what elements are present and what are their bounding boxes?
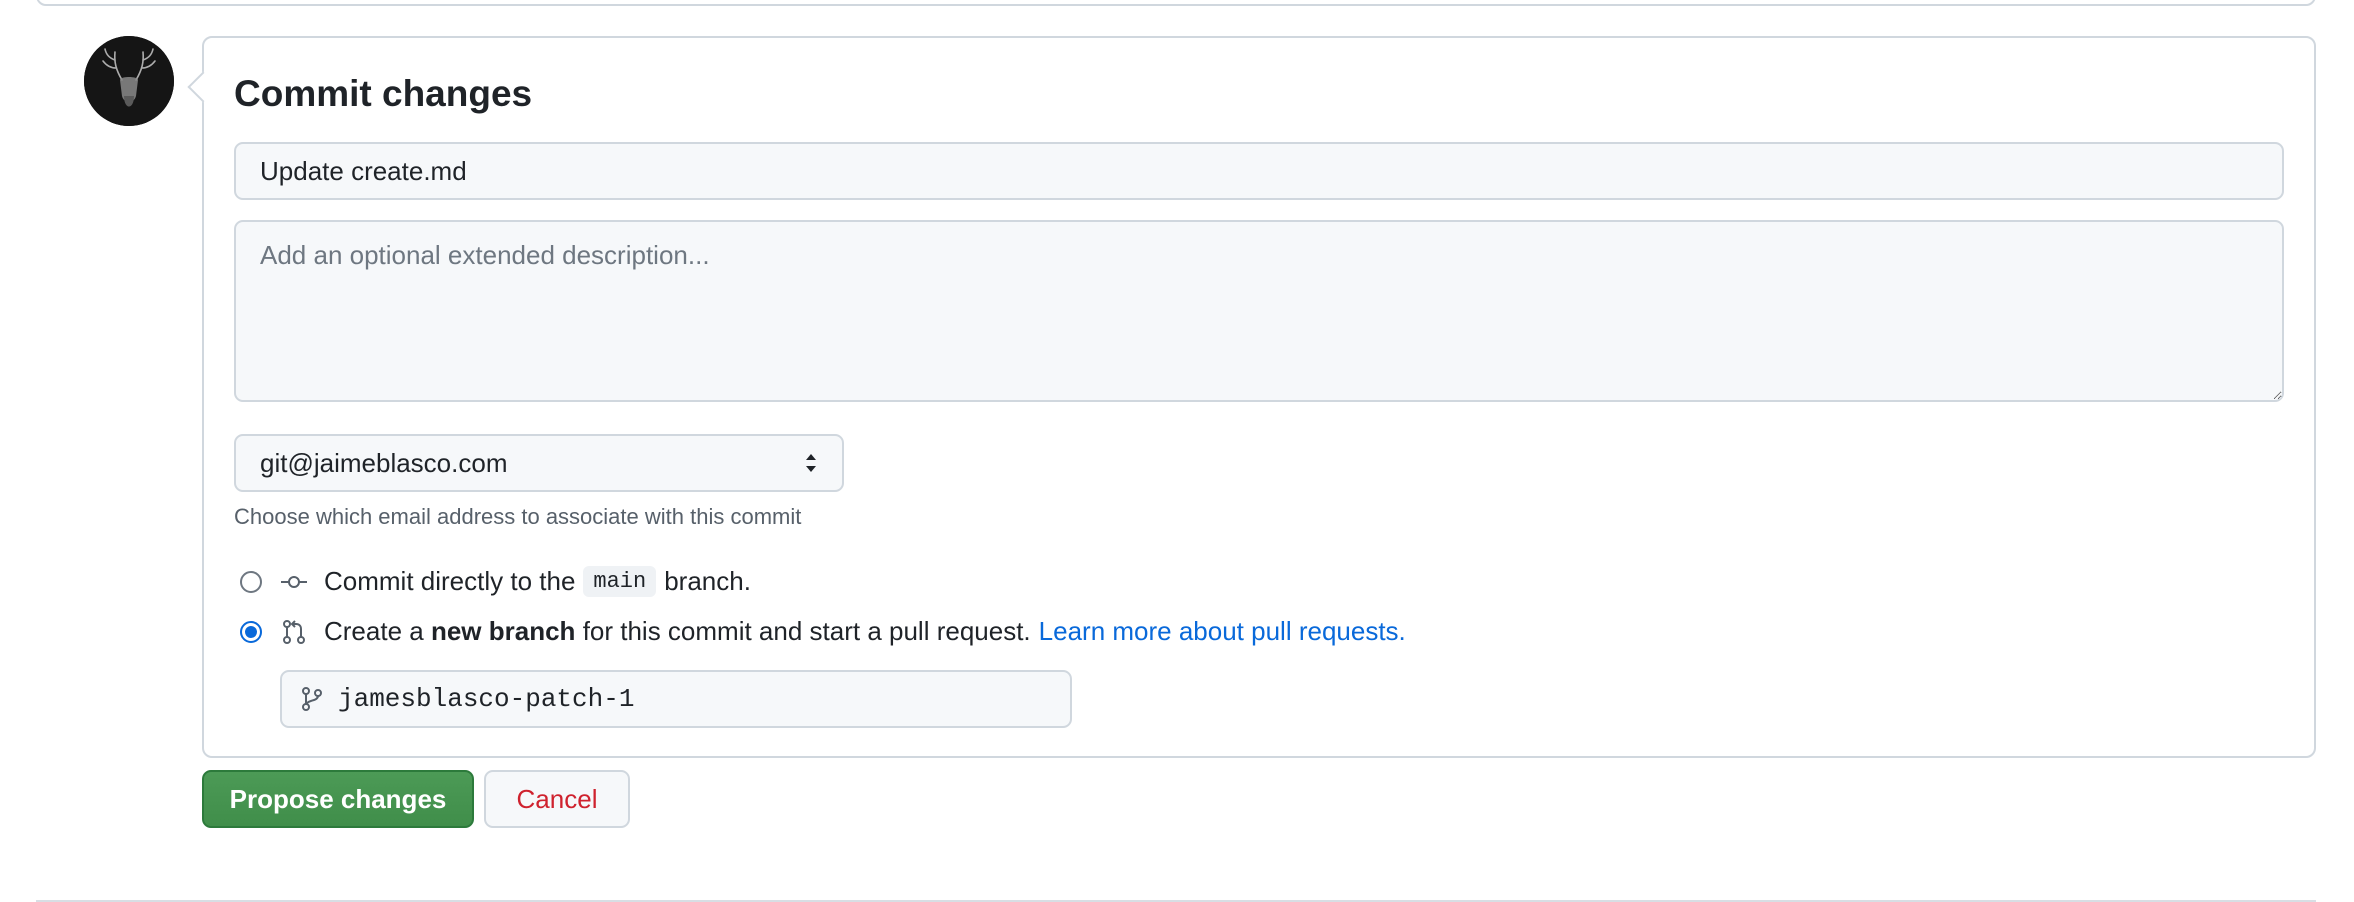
new-branch-name-input[interactable] — [338, 684, 1038, 714]
stag-avatar-icon — [84, 36, 174, 126]
commit-new-branch-emphasis: new branch — [430, 616, 576, 646]
git-pull-request-icon — [283, 619, 305, 644]
cancel-button[interactable]: Cancel — [484, 770, 630, 828]
commit-new-branch-prefix: Create a — [324, 616, 424, 646]
commit-summary-input[interactable] — [234, 142, 2284, 200]
git-branch-icon — [302, 687, 322, 711]
branch-name-chip: main — [583, 566, 657, 597]
commit-new-branch-radio[interactable] — [240, 620, 262, 643]
commit-new-branch-suffix: for this commit and start a pull request… — [582, 616, 1031, 646]
commit-direct-suffix: branch. — [664, 566, 751, 596]
learn-more-pull-requests-link[interactable]: Learn more about pull requests. — [1039, 616, 1406, 647]
commit-email-select[interactable]: git@jaimeblasco.com — [234, 434, 844, 492]
commit-new-branch-option[interactable]: Create a new branch for this commit and … — [240, 616, 1406, 647]
commit-description-textarea[interactable] — [234, 220, 2284, 402]
select-arrows-icon — [806, 454, 816, 472]
previous-card-edge — [36, 0, 2316, 6]
user-avatar — [84, 36, 174, 126]
commit-direct-radio[interactable] — [240, 570, 262, 593]
commit-email-hint: Choose which email address to associate … — [234, 504, 802, 529]
commit-email-value: git@jaimeblasco.com — [260, 447, 508, 478]
git-commit-icon — [281, 575, 307, 588]
commit-direct-prefix: Commit directly to the — [324, 566, 576, 596]
new-branch-field[interactable] — [280, 670, 1072, 728]
commit-title: Commit changes — [234, 73, 533, 114]
commit-direct-option[interactable]: Commit directly to the main branch. — [240, 566, 751, 597]
propose-changes-button[interactable]: Propose changes — [202, 770, 474, 828]
commit-changes-panel: Commit changes git@jaimeblasco.com Choos… — [202, 36, 2316, 758]
